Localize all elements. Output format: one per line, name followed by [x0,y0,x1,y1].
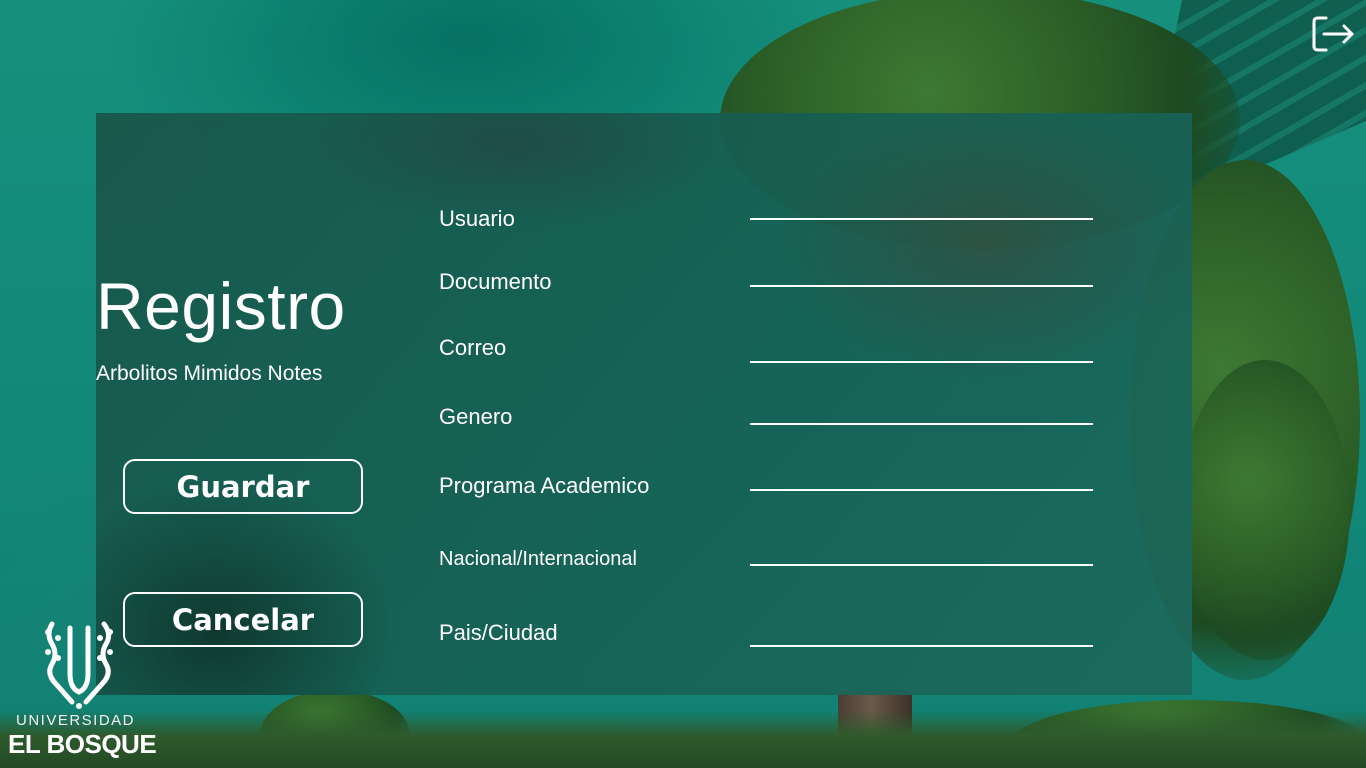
ground [0,710,1366,768]
documento-input[interactable] [750,261,1093,287]
logout-icon[interactable] [1310,14,1356,54]
genero-input[interactable] [750,399,1093,425]
genero-label: Genero [439,404,513,429]
page-title: Registro [96,269,346,343]
logout-icon-glyph [1312,16,1354,52]
usuario-label: Usuario [439,206,515,231]
nacional-internacional-input[interactable] [750,540,1093,566]
tree-canopy [1180,360,1350,660]
save-button[interactable]: Guardar [123,459,363,514]
correo-label: Correo [439,335,507,360]
page-subtitle: Arbolitos Mimidos Notes [96,362,323,385]
pais-ciudad-input[interactable] [750,621,1093,647]
cancel-button[interactable]: Cancelar [123,592,363,647]
logo-text-el-bosque: EL BOSQUE [8,729,157,759]
nacional-internacional-label: Nacional/Internacional [439,548,637,570]
programa-academico-input[interactable] [750,465,1093,491]
logo-text-universidad: UNIVERSIDAD [16,712,136,729]
correo-input[interactable] [750,337,1093,363]
usuario-input[interactable] [750,194,1093,220]
pais-ciudad-label: Pais/Ciudad [439,620,558,645]
documento-label: Documento [439,269,552,294]
university-logo-icon [42,618,116,710]
programa-academico-label: Programa Academico [439,473,650,498]
